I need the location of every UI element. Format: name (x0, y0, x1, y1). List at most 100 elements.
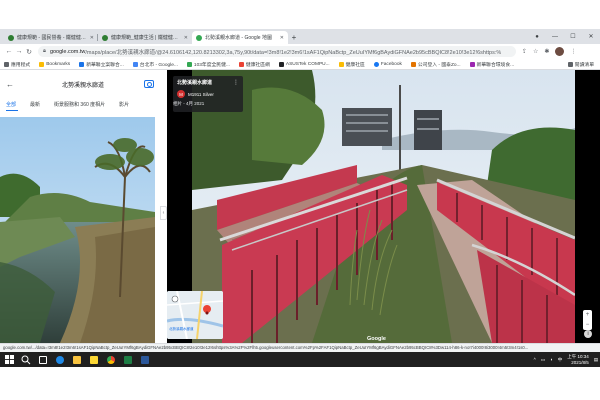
volume-icon[interactable]: ◖ (550, 357, 553, 362)
photo-side-panel: ← 北勢溪親水廊道 全部 最新 街景服務和 360 度相片 影片 (0, 70, 160, 343)
clock[interactable]: 上午 10:34 2021/8/5 (567, 354, 589, 365)
extension-puzzle-icon[interactable]: ✱ (544, 48, 549, 55)
bookmark-item[interactable]: 新華聯合環境食... (469, 61, 515, 68)
browser-tab-active[interactable]: 北勢溪親水廊道 - Google 地圖 ✕ (192, 31, 288, 44)
edge-icon[interactable] (53, 353, 67, 367)
photo-thumbnail[interactable] (0, 117, 155, 343)
sticky-notes-icon[interactable] (87, 353, 101, 367)
panel-header: ← 北勢溪親水廊道 (0, 70, 160, 98)
tab-title: 健康規範 - 國民營養 - 鐵健健康行 (17, 35, 87, 41)
google-logo: Google (367, 336, 386, 342)
tab-videos[interactable]: 影片 (119, 101, 129, 108)
bookmark-item[interactable]: ASUSTek COMPU... (278, 61, 330, 67)
close-window-icon[interactable]: ✕ (582, 33, 600, 40)
chrome-icon[interactable] (104, 353, 118, 367)
apps-grid-icon (4, 61, 9, 67)
windows-start-icon[interactable] (2, 353, 16, 367)
place-name[interactable]: 北勢溪親水廊道 (177, 79, 239, 86)
screenshot: 健康規範 - 國民營養 - 鐵健健康行 ✕ 健康規範_健康生活 | 鐵健健康行 … (0, 0, 600, 400)
zoom-out-button[interactable]: − (586, 322, 590, 328)
tab-search-icon[interactable]: ● (528, 34, 546, 40)
notification-icon[interactable]: ▤ (594, 357, 598, 363)
lock-icon[interactable]: 🔒︎ (43, 48, 46, 55)
network-icon[interactable]: ▭ (541, 357, 545, 363)
bookmark-item[interactable]: Bookmarks (39, 61, 70, 67)
maps-favicon (196, 34, 202, 41)
profile-avatar[interactable] (555, 47, 565, 56)
zoom-control: + − (583, 310, 592, 330)
collapse-panel-button[interactable]: ‹ (160, 206, 167, 220)
minimap[interactable]: 北勢溪親水廊道 (167, 291, 223, 339)
url-host: google.com.tw (49, 48, 86, 55)
forward-icon[interactable]: → (14, 48, 24, 55)
bookmark-item[interactable]: 健康社區網 (238, 61, 270, 68)
excel-icon[interactable] (121, 353, 135, 367)
browser-tab-2[interactable]: 健康規範_健康生活 | 鐵健健康行 ✕ (98, 31, 192, 44)
tab-all[interactable]: 全部 (6, 101, 16, 108)
system-tray: ^ ▭ ◖ 中 上午 10:34 2021/8/5 ▤ (534, 354, 598, 365)
word-icon[interactable] (138, 353, 152, 367)
search-icon[interactable] (19, 353, 33, 367)
tab-close-icon[interactable]: ✕ (280, 35, 284, 41)
reload-icon[interactable]: ↻ (24, 48, 34, 56)
tab-street-view-360[interactable]: 街景服務和 360 度相片 (54, 101, 105, 108)
facebook-icon (373, 61, 379, 67)
tray-chevron-icon[interactable]: ^ (534, 357, 536, 362)
bookmark-item[interactable]: 新華聯立案聯合... (79, 61, 124, 68)
bookmark-item[interactable]: 103年度全民健... (186, 61, 230, 68)
tab-strip: 健康規範 - 國民營養 - 鐵健健康行 ✕ 健康規範_健康生活 | 鐵健健康行 … (0, 29, 600, 44)
reading-list[interactable]: 閱讀清單 (567, 61, 594, 68)
site-favicon (338, 61, 344, 67)
bookmark-facebook[interactable]: Facebook (373, 61, 402, 67)
tab-close-icon[interactable]: ✕ (90, 35, 94, 41)
new-tab-button[interactable]: + (288, 31, 300, 44)
site-favicon (132, 61, 138, 67)
bookmark-item[interactable]: 台北市 - Google... (132, 61, 178, 68)
maps-page: ← 北勢溪親水廊道 全部 最新 街景服務和 360 度相片 影片 ‹ 北勢溪親水… (0, 70, 600, 343)
tab-title: 北勢溪親水廊道 - Google 地圖 (205, 35, 272, 41)
minimize-icon[interactable]: — (546, 34, 564, 40)
tab-close-icon[interactable]: ✕ (184, 35, 188, 41)
zoom-in-button[interactable]: + (586, 312, 590, 318)
menu-kebab-icon[interactable]: ⋮ (570, 48, 576, 55)
tab-favicon (102, 34, 108, 41)
more-options-icon[interactable]: ⋮ (233, 79, 239, 86)
top-margin (0, 0, 600, 29)
bookmark-label: 台北市 - Google... (139, 62, 178, 68)
browser-tab-1[interactable]: 健康規範 - 國民營養 - 鐵健健康行 ✕ (4, 31, 98, 44)
bookmark-item[interactable]: 健康社區 (338, 61, 365, 68)
add-photo-icon[interactable] (144, 80, 154, 88)
photo-date: 相片 - 4月 2021 (173, 101, 205, 106)
input-language[interactable]: 中 (558, 357, 563, 363)
bookmark-apps[interactable]: 應用程式 (4, 61, 30, 68)
clock-time: 上午 10:34 (567, 354, 589, 359)
river-photo-image (0, 117, 155, 343)
reading-list-icon (567, 61, 573, 67)
photo-category-tabs: 全部 最新 街景服務和 360 度相片 影片 (0, 98, 160, 110)
file-explorer-icon[interactable] (70, 353, 84, 367)
toolbar-actions: ⇪ ☆ ✱ ⋮ (522, 47, 576, 56)
author-avatar: M (177, 90, 185, 98)
minimap-label: 北勢溪親水廊道 (169, 327, 194, 331)
photo-author[interactable]: M M1911 Silver (177, 90, 239, 98)
clock-date: 2021/8/5 (571, 359, 589, 365)
bookmark-label: 103年度全民健... (193, 62, 230, 68)
maximize-icon[interactable]: ☐ (564, 33, 582, 40)
back-arrow-icon[interactable]: ← (6, 80, 22, 89)
back-icon[interactable]: ← (4, 48, 14, 55)
bookmark-item[interactable]: 公司登入 - 國泰Zo... (410, 61, 461, 68)
bookmark-star-icon[interactable]: ☆ (533, 48, 538, 55)
site-favicon (186, 61, 192, 67)
site-favicon (238, 61, 244, 67)
folder-icon (39, 61, 45, 67)
photo-viewer[interactable]: 北勢溪親水廊道 ⋮ M M1911 Silver 相片 - 4月 2021 北勢… (167, 70, 600, 343)
task-view-icon[interactable] (36, 353, 50, 367)
tab-latest[interactable]: 最新 (30, 101, 40, 108)
bookmark-label: 新華聯合環境食... (476, 62, 515, 68)
url-path: /maps/place/北勢溪親水廊道/@24.6106142,120.8213… (85, 49, 502, 56)
bookmark-label: 公司登入 - 國泰Zo... (417, 62, 461, 68)
share-icon[interactable]: ⇪ (522, 48, 527, 55)
tab-favicon (8, 34, 14, 41)
info-button[interactable]: i (584, 330, 592, 338)
address-bar[interactable]: 🔒︎ google.com.tw /maps/place/北勢溪親水廊道/@24… (38, 46, 516, 57)
